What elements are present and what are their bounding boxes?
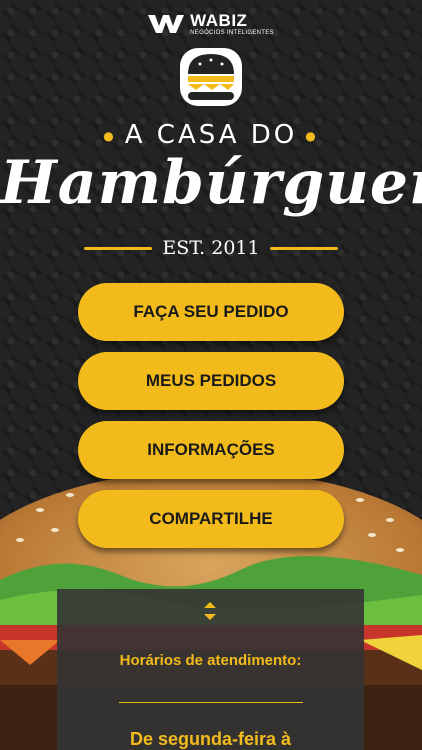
decor-dot-right: ● <box>305 128 319 143</box>
brand-name-script: Hambúrguer <box>0 148 422 218</box>
brand-name-top-text: A CASA DO <box>124 120 298 150</box>
wabiz-brand: WABIZ NEGÓCIOS INTELIGENTES <box>0 10 422 38</box>
opening-hours-text: De segunda-feira à <box>129 729 292 749</box>
platform-name: WABIZ <box>190 11 248 30</box>
opening-hours-panel: Horários de atendimento: De segunda-feir… <box>57 589 364 750</box>
burger-logo-icon <box>180 48 242 106</box>
chevron-expand-icon[interactable] <box>203 600 217 622</box>
order-button[interactable]: FAÇA SEU PEDIDO <box>78 283 344 341</box>
my-orders-button[interactable]: MEUS PEDIDOS <box>78 352 344 410</box>
divider-right <box>269 246 339 250</box>
established-row: EST. 2011 <box>84 236 339 260</box>
panel-divider <box>119 702 303 703</box>
share-button[interactable]: COMPARTILHE <box>78 490 344 548</box>
established-label: EST. 2011 <box>162 237 260 259</box>
divider-left <box>84 246 153 250</box>
opening-hours-title: Horários de atendimento: <box>119 652 302 669</box>
platform-tagline: NEGÓCIOS INTELIGENTES <box>190 30 274 36</box>
decor-dot-left: ● <box>103 128 117 143</box>
brand-name-top: ● A CASA DO ● <box>0 120 422 150</box>
wabiz-logo-icon <box>148 15 185 33</box>
information-button[interactable]: INFORMAÇÕES <box>78 421 344 479</box>
